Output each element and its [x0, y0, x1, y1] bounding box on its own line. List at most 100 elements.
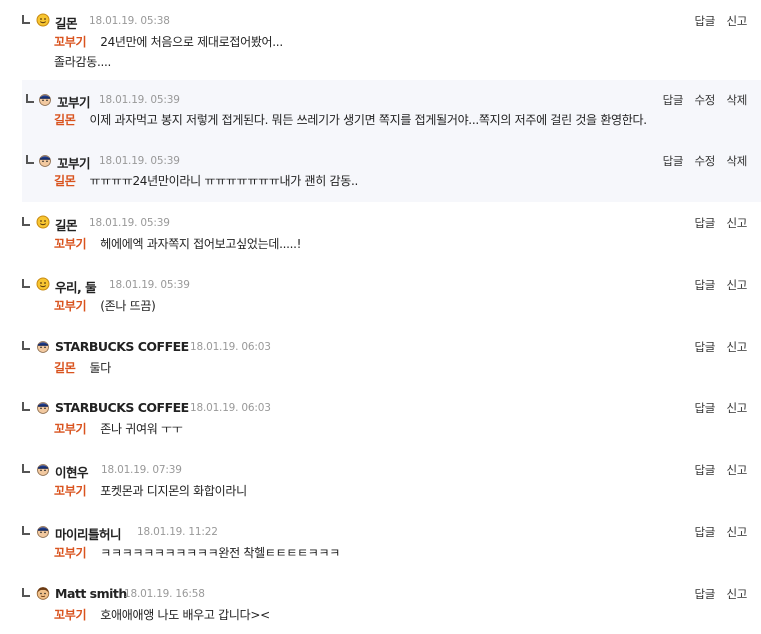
report-button[interactable]: 신고	[726, 216, 747, 230]
mention-tag[interactable]: 꼬부기	[54, 484, 87, 498]
comment-thread: 길몬 18.01.19. 05:38 답글 신고 꼬부기 24년만에 처음으로 제…	[0, 0, 761, 634]
comment-body: 꼬부기 포켓몬과 디지몬의 화합이라니	[54, 481, 247, 501]
comment-text: 이제 과자먹고 봉지 저렇게 접게된다. 뭐든 쓰레기가 생기면 쪽지를 접게될…	[89, 113, 647, 127]
comment-date: 18.01.19. 11:22	[137, 526, 218, 538]
comment-author[interactable]: 우리, 둘	[55, 277, 97, 296]
reply-arrow-icon	[22, 15, 32, 25]
comment-date: 18.01.19. 06:03	[190, 341, 271, 353]
comment-author[interactable]: STARBUCKS COFFEE	[55, 400, 189, 415]
comment-item: 마이리틀허니 18.01.19. 11:22 답글 신고 꼬부기 ㅋㅋㅋㅋㅋㅋㅋㅋ…	[20, 524, 761, 566]
report-button[interactable]: 신고	[726, 587, 747, 601]
comment-text: 존나 귀여워 ㅜㅜ	[100, 422, 183, 436]
reply-button[interactable]: 답글	[695, 278, 716, 292]
comment-body: 꼬부기 헤에에엑 과자쪽지 접어보고싶었는데.....!	[54, 234, 302, 254]
report-button[interactable]: 신고	[726, 525, 747, 539]
mention-tag[interactable]: 꼬부기	[54, 299, 87, 313]
mention-tag[interactable]: 꼬부기	[54, 35, 87, 49]
police-icon	[39, 94, 51, 106]
comment-author[interactable]: STARBUCKS COFFEE	[55, 339, 189, 354]
reply-arrow-icon	[26, 94, 36, 104]
comment-date: 18.01.19. 16:58	[124, 588, 205, 600]
comment-date: 18.01.19. 05:39	[109, 279, 190, 291]
comment-author[interactable]: 길몬	[55, 13, 78, 32]
reply-arrow-icon	[22, 464, 32, 474]
report-button[interactable]: 신고	[726, 14, 747, 28]
edit-button[interactable]: 수정	[695, 154, 716, 168]
mention-tag[interactable]: 길몬	[54, 113, 76, 127]
comment-date: 18.01.19. 05:39	[99, 155, 180, 167]
reply-button[interactable]: 답글	[695, 587, 716, 601]
police-icon	[37, 341, 49, 353]
smiley-icon	[36, 215, 50, 229]
comment-text: 둘다	[89, 361, 111, 375]
reply-button[interactable]: 답글	[695, 340, 716, 354]
comment-body: 꼬부기 (존나 뜨끔)	[54, 296, 156, 316]
comment-text: 호애애애앵 나도 배우고 갑니다><	[100, 608, 270, 622]
comment-text: ㅋㅋㅋㅋㅋㅋㅋㅋㅋㅋㅋ완전 착헬ㅌㅌㅌㅌㅋㅋㅋ	[100, 546, 341, 560]
comment-author[interactable]: 꼬부기	[57, 153, 91, 172]
police-icon	[39, 155, 51, 167]
comment-date: 18.01.19. 07:39	[101, 464, 182, 476]
smiley-icon	[36, 13, 50, 27]
reply-button[interactable]: 답글	[695, 216, 716, 230]
police-icon	[37, 526, 49, 538]
mention-tag[interactable]: 꼬부기	[54, 546, 87, 560]
comment-item: STARBUCKS COFFEE 18.01.19. 06:03 답글 신고 길…	[20, 339, 761, 381]
reply-button[interactable]: 답글	[695, 14, 716, 28]
reply-button[interactable]: 답글	[663, 154, 684, 168]
man-icon	[36, 587, 50, 600]
comment-text: 24년만에 처음으로 제대로접어봤어...	[100, 35, 283, 49]
comment-body: 꼬부기 24년만에 처음으로 제대로접어봤어... 졸라감동....	[54, 32, 283, 72]
mention-tag[interactable]: 꼬부기	[54, 237, 87, 251]
comment-body: 꼬부기 호애애애앵 나도 배우고 갑니다><	[54, 605, 270, 625]
report-button[interactable]: 신고	[726, 401, 747, 415]
mention-tag[interactable]: 꼬부기	[54, 608, 87, 622]
comment-date: 18.01.19. 05:39	[89, 217, 170, 229]
comment-text-line2: 졸라감동....	[54, 55, 112, 69]
comment-body: 길몬 이제 과자먹고 봉지 저렇게 접게된다. 뭐든 쓰레기가 생기면 쪽지를 접…	[54, 110, 647, 130]
report-button[interactable]: 신고	[726, 340, 747, 354]
comment-body: 길몬 ㅠㅠㅠㅠ24년만이라니 ㅠㅠㅠㅠㅠㅠㅠ내가 괜히 감동..	[54, 171, 358, 191]
comment-item: STARBUCKS COFFEE 18.01.19. 06:03 답글 신고 꼬…	[20, 400, 761, 442]
reply-arrow-icon	[22, 217, 32, 227]
comment-author[interactable]: Matt smith	[55, 586, 127, 601]
reply-button[interactable]: 답글	[663, 93, 684, 107]
delete-button[interactable]: 삭제	[726, 154, 747, 168]
reply-button[interactable]: 답글	[695, 525, 716, 539]
police-icon	[37, 402, 49, 414]
edit-button[interactable]: 수정	[695, 93, 716, 107]
reply-arrow-icon	[22, 402, 32, 412]
comment-item: 길몬 18.01.19. 05:39 답글 신고 꼬부기 헤에에엑 과자쪽지 접어…	[20, 215, 761, 257]
reply-arrow-icon	[22, 526, 32, 536]
delete-button[interactable]: 삭제	[726, 93, 747, 107]
comment-author[interactable]: 마이리틀허니	[55, 524, 122, 543]
comment-date: 18.01.19. 05:39	[99, 94, 180, 106]
comment-item: Matt smith 18.01.19. 16:58 답글 신고 꼬부기 호애애애…	[20, 586, 761, 628]
comment-text: 포켓몬과 디지몬의 화합이라니	[100, 484, 247, 498]
comment-text: 헤에에엑 과자쪽지 접어보고싶었는데.....!	[100, 237, 302, 251]
smiley-icon	[36, 277, 50, 291]
report-button[interactable]: 신고	[726, 278, 747, 292]
comment-author[interactable]: 이현우	[55, 462, 89, 481]
police-icon	[37, 464, 49, 476]
comment-date: 18.01.19. 05:38	[89, 15, 170, 27]
comment-item: 길몬 18.01.19. 05:38 답글 신고 꼬부기 24년만에 처음으로 제…	[20, 13, 761, 73]
comment-author[interactable]: 길몬	[55, 215, 78, 234]
report-button[interactable]: 신고	[726, 463, 747, 477]
reply-arrow-icon	[22, 341, 32, 351]
mention-tag[interactable]: 길몬	[54, 361, 76, 375]
reply-button[interactable]: 답글	[695, 463, 716, 477]
comment-item-own: 꼬부기 18.01.19. 05:39 답글 수정 삭제 길몬 이제 과자먹고 봉…	[22, 80, 761, 142]
comment-item: 이현우 18.01.19. 07:39 답글 신고 꼬부기 포켓몬과 디지몬의 화…	[20, 462, 761, 504]
reply-arrow-icon	[22, 588, 32, 598]
comment-body: 꼬부기 ㅋㅋㅋㅋㅋㅋㅋㅋㅋㅋㅋ완전 착헬ㅌㅌㅌㅌㅋㅋㅋ	[54, 543, 340, 563]
mention-tag[interactable]: 길몬	[54, 174, 76, 188]
mention-tag[interactable]: 꼬부기	[54, 422, 87, 436]
comment-text: ㅠㅠㅠㅠ24년만이라니 ㅠㅠㅠㅠㅠㅠㅠ내가 괜히 감동..	[89, 174, 359, 188]
comment-item: 우리, 둘 18.01.19. 05:39 답글 신고 꼬부기 (존나 뜨끔)	[20, 277, 761, 319]
comment-text: (존나 뜨끔)	[100, 299, 156, 313]
reply-button[interactable]: 답글	[695, 401, 716, 415]
comment-date: 18.01.19. 06:03	[190, 402, 271, 414]
comment-author[interactable]: 꼬부기	[57, 92, 91, 111]
reply-arrow-icon	[26, 155, 36, 165]
